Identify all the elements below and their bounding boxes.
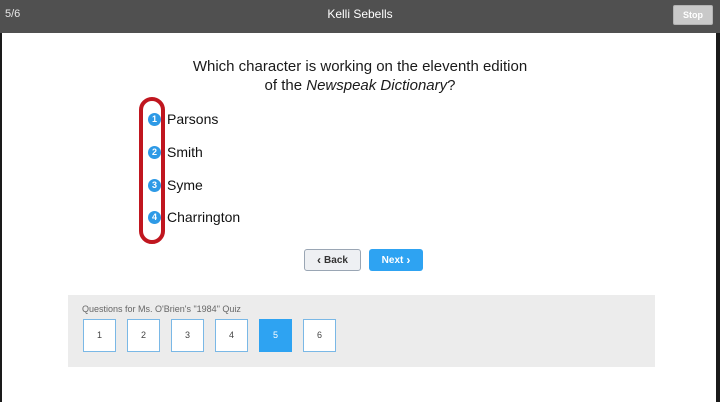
next-button[interactable]: Next › <box>369 249 423 271</box>
back-button[interactable]: ‹ Back <box>304 249 361 271</box>
answer-option-3[interactable]: 3 Syme <box>148 174 288 196</box>
window-title: Kelli Sebells <box>327 7 393 21</box>
answer-label: Parsons <box>167 111 219 127</box>
question-line-2: of the Newspeak Dictionary? <box>150 76 570 95</box>
question-button-6[interactable]: 6 <box>303 319 336 352</box>
question-line-2-suffix: ? <box>447 77 456 94</box>
answer-option-4[interactable]: 4 Charrington <box>148 206 288 228</box>
answer-label: Charrington <box>167 209 241 225</box>
chevron-right-icon: › <box>406 253 411 267</box>
answer-label: Smith <box>167 144 203 160</box>
question-button-1[interactable]: 1 <box>83 319 116 352</box>
question-line-1: Which character is working on the eleven… <box>192 58 528 75</box>
next-label: Next <box>381 254 404 266</box>
question-button-2[interactable]: 2 <box>127 319 160 352</box>
answer-option-1[interactable]: 1 Parsons <box>148 108 288 130</box>
frame-border-left <box>0 33 2 402</box>
question-text: Which character is working on the eleven… <box>150 57 570 95</box>
frame-border-right <box>716 33 720 402</box>
title-bar: 5/6 Kelli Sebells Stop <box>0 0 720 33</box>
answer-label: Syme <box>167 177 203 193</box>
stop-button[interactable]: Stop <box>673 5 713 25</box>
answer-option-2[interactable]: 2 Smith <box>148 141 288 163</box>
question-line-2-prefix: of the <box>264 77 307 94</box>
quiz-navigator: Questions for Ms. O'Brien's "1984" Quiz … <box>68 295 655 367</box>
question-button-5[interactable]: 5 <box>259 319 292 352</box>
back-label: Back <box>324 254 348 266</box>
question-button-3[interactable]: 3 <box>171 319 204 352</box>
chevron-left-icon: ‹ <box>317 253 322 267</box>
quiz-title: Questions for Ms. O'Brien's "1984" Quiz <box>82 304 241 314</box>
question-button-4[interactable]: 4 <box>215 319 248 352</box>
book-title: Newspeak Dictionary <box>306 77 448 94</box>
highlight-marker <box>139 97 165 244</box>
